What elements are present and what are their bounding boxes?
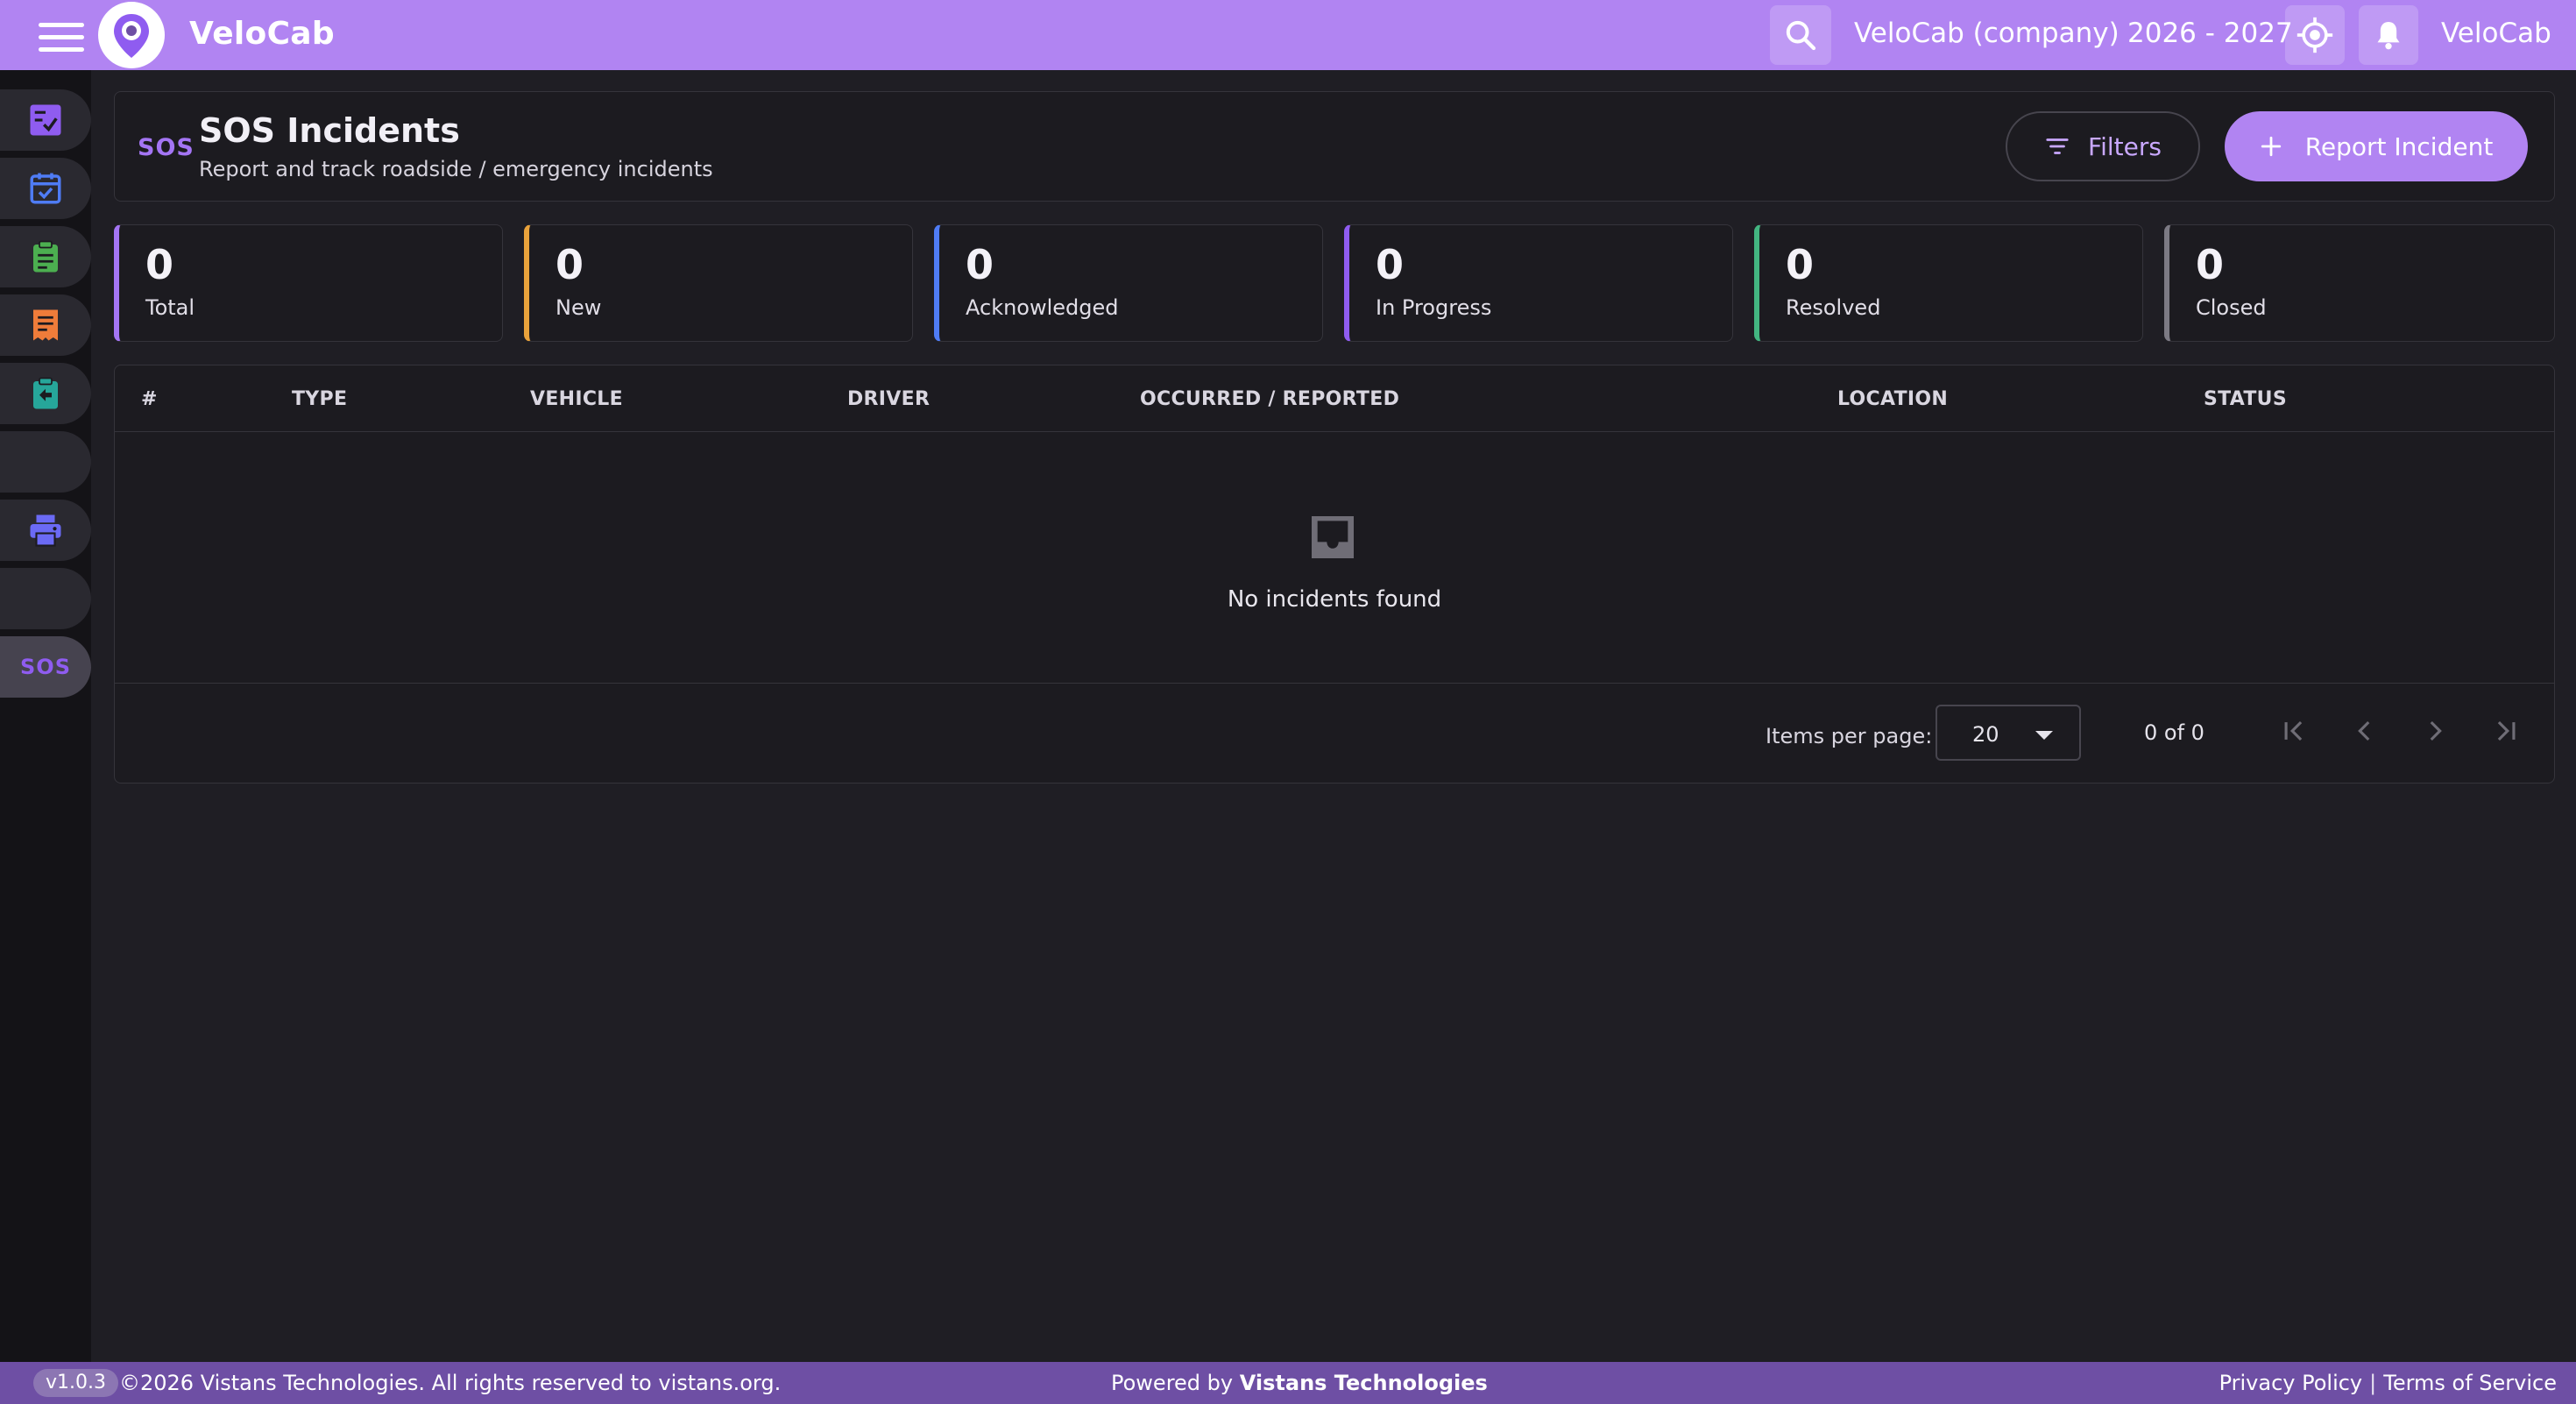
footer: v1.0.3 ©2026 Vistans Technologies. All r… [0,1362,2576,1404]
legal-links: Privacy Policy | Terms of Service [2219,1371,2557,1395]
items-per-page-value: 20 [1972,722,1999,747]
filter-icon [2046,138,2069,154]
stat-card-new: 0 New [524,224,913,342]
menu-icon[interactable] [39,23,84,54]
stat-card-in-progress: 0 In Progress [1344,224,1733,342]
empty-state-text: No incidents found [1227,586,1442,613]
powered-by-company: Vistans Technologies [1239,1371,1488,1395]
stat-label: Total [145,295,195,320]
stat-card-acknowledged: 0 Acknowledged [934,224,1323,342]
filters-label: Filters [2088,131,2162,161]
calendar-check-icon [30,173,61,204]
user-menu[interactable]: VeloCab [2441,18,2551,49]
column-header-driver[interactable]: DRIVER [847,388,930,410]
stat-card-total: 0 Total [114,224,503,342]
sidebar-item-print[interactable] [0,500,91,561]
sos-icon: SOS [20,655,71,679]
stat-value: 0 [966,241,994,288]
powered-by-prefix: Powered by [1111,1371,1234,1395]
location-button[interactable] [2285,5,2345,65]
stat-value: 0 [145,241,174,288]
clipboard-return-icon [33,377,58,409]
stat-value: 0 [2196,241,2225,288]
stat-value: 0 [1376,241,1405,288]
stat-label: New [556,295,602,320]
stat-label: Closed [2196,295,2267,320]
last-page-button[interactable] [2480,706,2530,755]
caret-down-icon [2035,731,2053,740]
first-page-icon [2284,720,2303,741]
receipt-icon [33,309,58,341]
search-icon [1786,20,1816,51]
first-page-button[interactable] [2270,706,2319,755]
last-page-icon [2497,720,2516,741]
top-bar: VeloCab VeloCab (company) 2026 - 2027 Ve… [0,0,2576,70]
sidebar-item-blank-1[interactable] [0,431,91,493]
logo-icon[interactable] [98,2,165,68]
notifications-button[interactable] [2359,5,2418,65]
page-header: SOS SOS Incidents Report and track roads… [114,91,2555,202]
incidents-table: # TYPE VEHICLE DRIVER OCCURRED / REPORTE… [114,365,2555,784]
terms-of-service-link[interactable]: Terms of Service [2383,1371,2557,1395]
stat-label: Acknowledged [966,295,1119,320]
stat-card-closed: 0 Closed [2164,224,2555,342]
bell-icon [2377,22,2400,50]
privacy-policy-link[interactable]: Privacy Policy [2219,1371,2363,1395]
sidebar-item-returns[interactable] [0,363,91,424]
column-header-type[interactable]: TYPE [292,388,347,410]
column-header-occurred-reported[interactable]: OCCURRED / REPORTED [1140,388,1399,410]
powered-by: Powered by Vistans Technologies [1111,1371,1488,1395]
sos-badge: SOS [138,134,195,161]
year-range-selector[interactable]: 2026 - 2027 [2127,18,2293,49]
stat-value: 0 [556,241,584,288]
search-button[interactable] [1770,5,1831,65]
app-title: VeloCab [189,16,335,52]
copyright-text: ©2026 Vistans Technologies. All rights r… [119,1371,782,1395]
link-separator: | [2369,1371,2377,1395]
column-header-location[interactable]: LOCATION [1837,388,1948,410]
table-header: # TYPE VEHICLE DRIVER OCCURRED / REPORTE… [115,365,2554,432]
page-subtitle: Report and track roadside / emergency in… [199,157,713,181]
sidebar-item-sos[interactable]: SOS [0,636,91,698]
stat-value: 0 [1786,241,1815,288]
next-page-button[interactable] [2410,706,2459,755]
items-per-page-label: Items per page: [1766,724,1933,748]
clipboard-icon [33,240,58,273]
column-header-vehicle[interactable]: VEHICLE [530,388,623,410]
plus-icon [2261,136,2281,157]
stat-label: In Progress [1376,295,1492,320]
printer-icon [30,514,61,547]
filters-button[interactable]: Filters [2006,111,2200,181]
version-badge: v1.0.3 [33,1369,118,1397]
location-target-icon [2296,17,2333,53]
report-incident-label: Report Incident [2304,131,2494,161]
items-per-page-select[interactable]: 20 [1936,705,2081,761]
company-selector[interactable]: VeloCab (company) [1854,18,2120,49]
stat-label: Resolved [1786,295,1881,320]
report-incident-button[interactable]: Report Incident [2225,111,2528,181]
sidebar-item-calendar[interactable] [0,158,91,219]
sidebar-item-tasks[interactable] [0,89,91,151]
chevron-left-icon [2358,720,2370,741]
sidebar-item-blank-2[interactable] [0,568,91,629]
page-range-label: 0 of 0 [2144,720,2204,745]
page-title: SOS Incidents [199,111,460,150]
stat-card-resolved: 0 Resolved [1754,224,2143,342]
inbox-icon [1312,516,1354,558]
sidebar-item-receipts[interactable] [0,294,91,356]
checklist-icon [30,104,61,136]
column-header-number[interactable]: # [141,388,158,410]
chevron-right-icon [2430,720,2442,741]
side-rail: SOS [0,70,91,1362]
column-header-status[interactable]: STATUS [2204,388,2287,410]
sidebar-item-clipboard[interactable] [0,226,91,287]
paginator: Items per page: 20 0 of 0 [115,683,2554,784]
previous-page-button[interactable] [2340,706,2389,755]
